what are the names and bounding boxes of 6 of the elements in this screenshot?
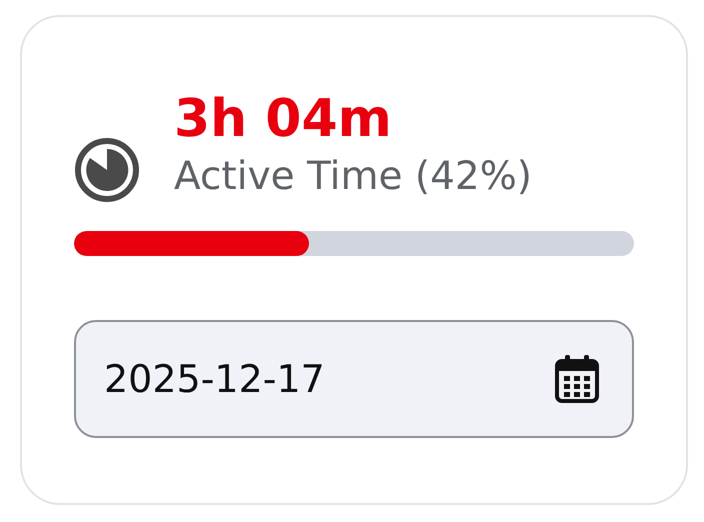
active-time-label: Active Time (42%) bbox=[174, 153, 532, 201]
active-time-value: 3h 04m bbox=[174, 88, 393, 151]
date-field[interactable]: 2025-12-17 bbox=[74, 320, 634, 438]
calendar-icon[interactable] bbox=[554, 354, 600, 404]
date-value: 2025-12-17 bbox=[104, 357, 325, 401]
timer-icon bbox=[74, 137, 140, 203]
